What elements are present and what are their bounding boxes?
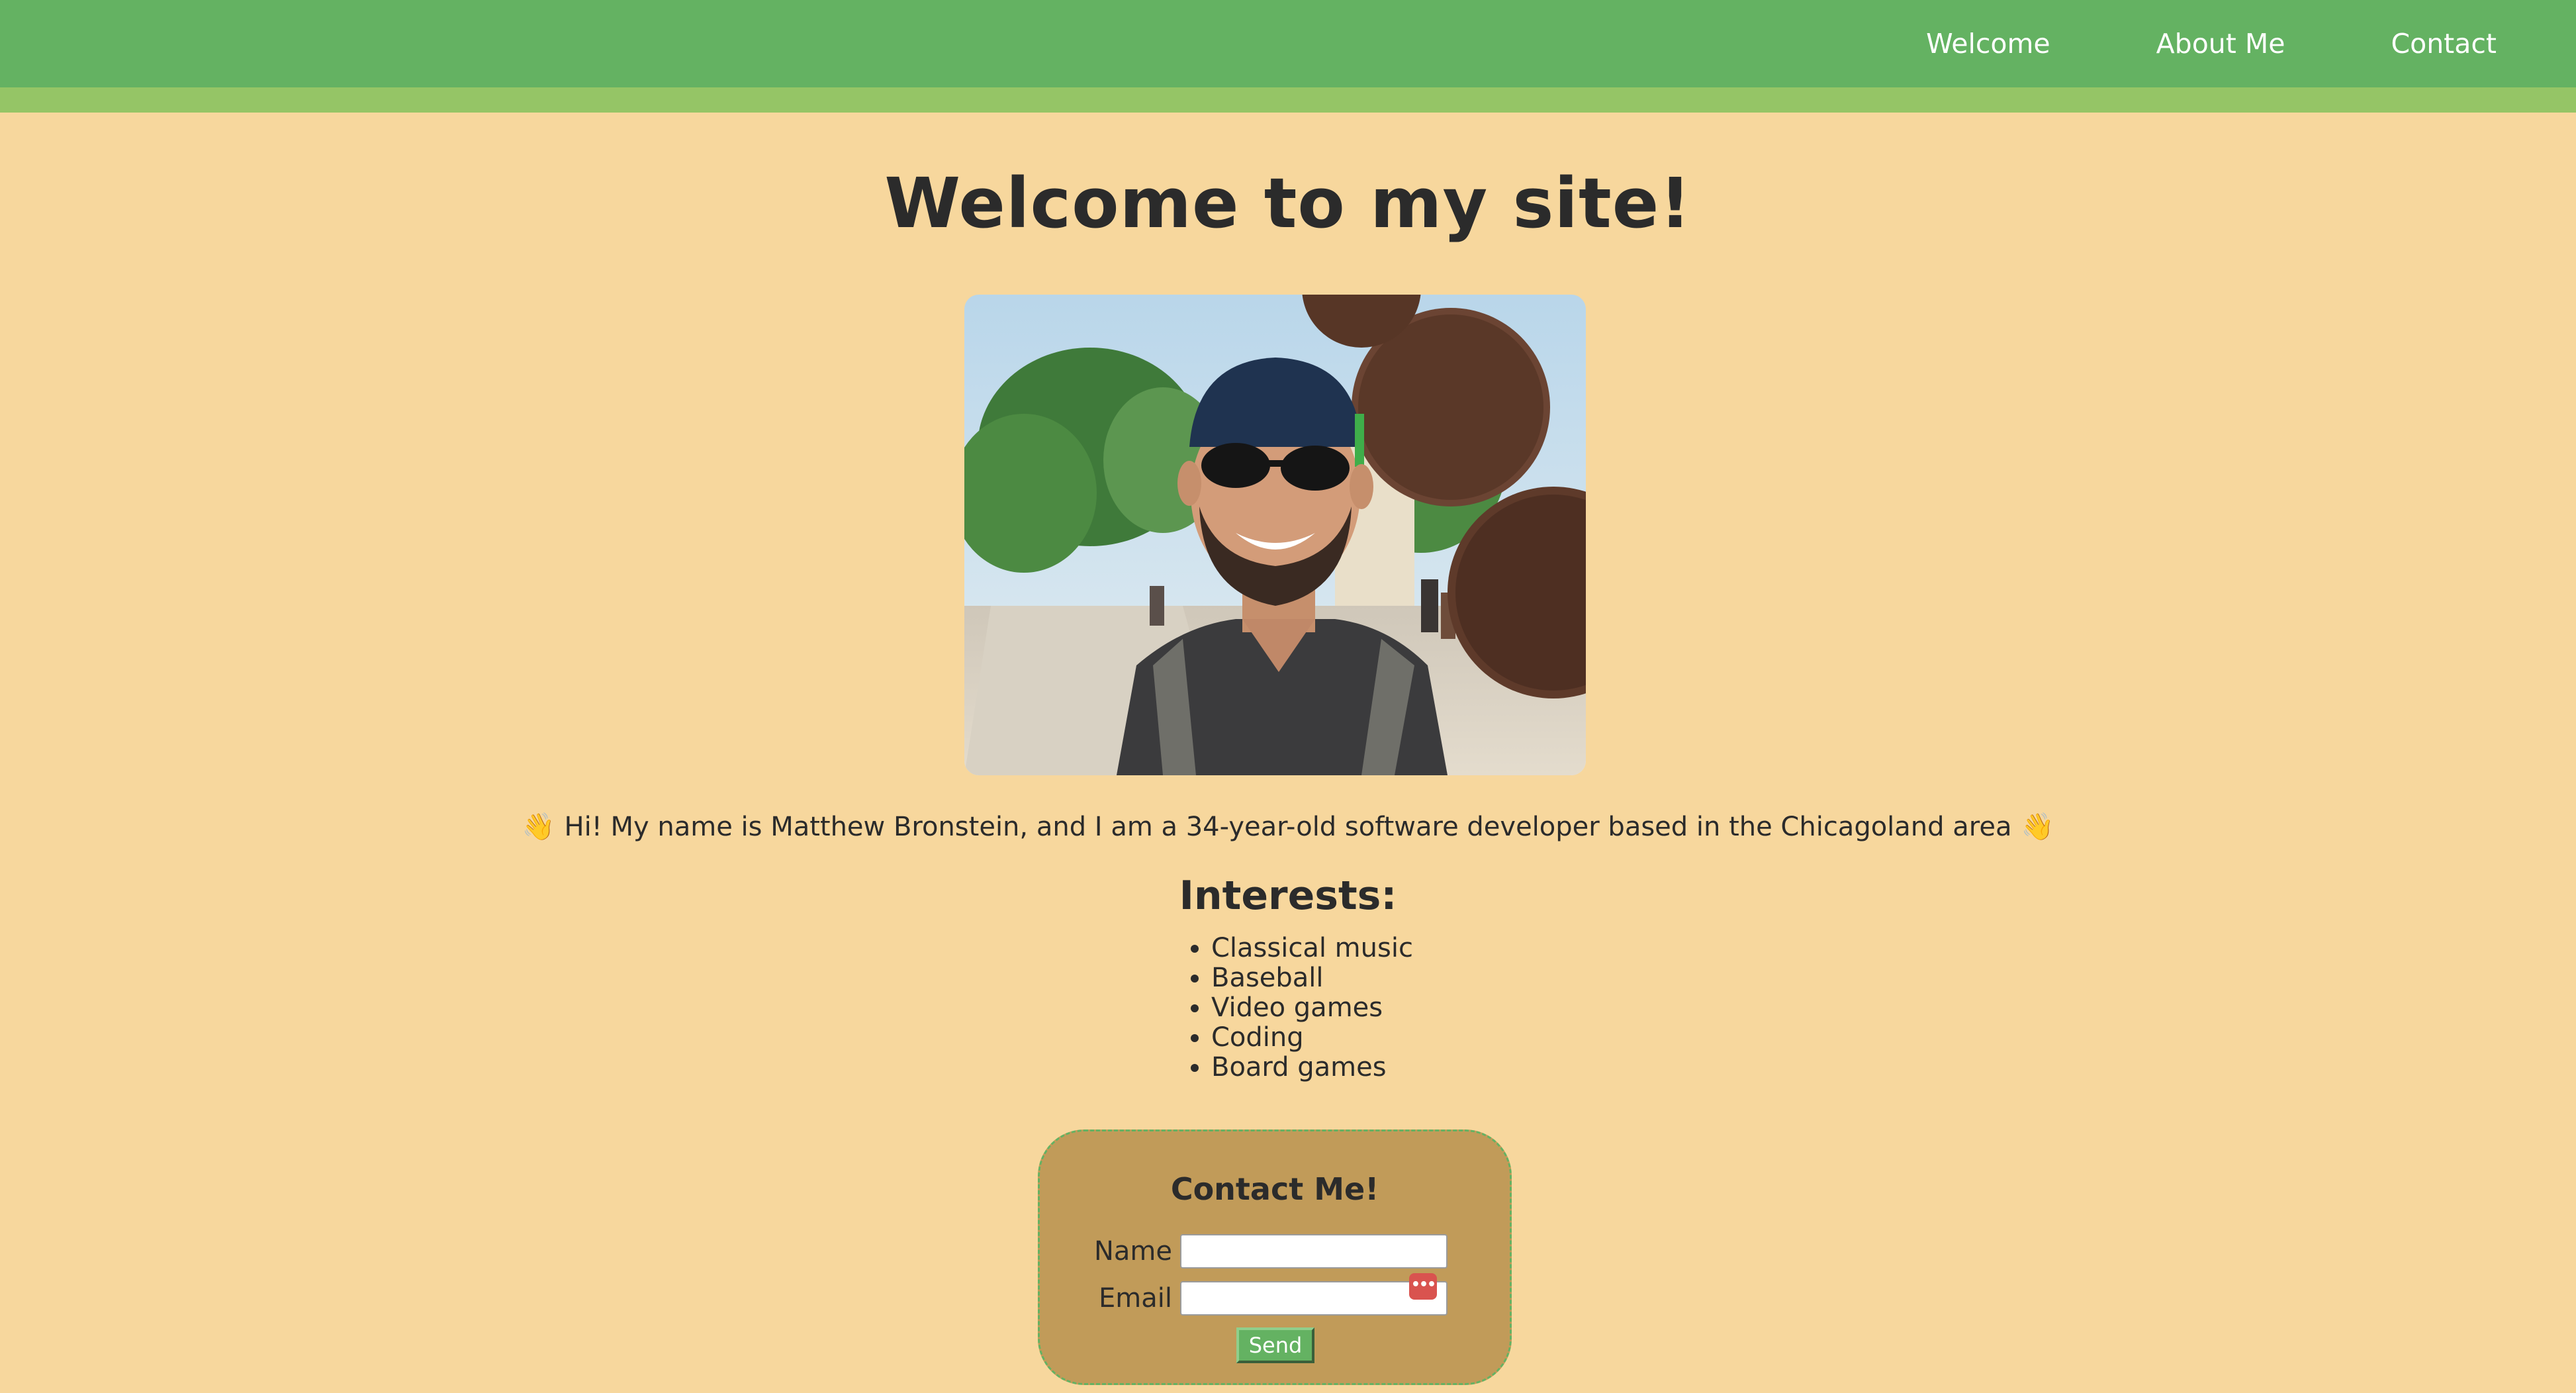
list-item: Video games bbox=[1211, 993, 1413, 1023]
email-field[interactable] bbox=[1180, 1281, 1448, 1316]
interests-list: Classical music Baseball Video games Cod… bbox=[1179, 934, 1413, 1082]
list-item: Classical music bbox=[1211, 934, 1413, 963]
intro-text: 👋 Hi! My name is Matthew Bronstein, and I… bbox=[0, 806, 2576, 847]
send-button[interactable]: Send bbox=[1236, 1327, 1314, 1363]
list-item: Board games bbox=[1211, 1053, 1413, 1082]
waving-hand-icon: 👋 bbox=[2021, 812, 2054, 842]
name-label: Name bbox=[1093, 1236, 1172, 1267]
password-manager-icon[interactable]: ••• bbox=[1409, 1273, 1437, 1300]
nav-link-about-me[interactable]: About Me bbox=[2103, 28, 2338, 60]
nav-accent-strip bbox=[0, 87, 2576, 113]
list-item: Coding bbox=[1211, 1023, 1413, 1053]
nav-link-contact[interactable]: Contact bbox=[2338, 28, 2530, 60]
interests-heading: Interests: bbox=[1179, 873, 1397, 919]
nav-link-welcome[interactable]: Welcome bbox=[1873, 28, 2103, 60]
email-row: Email ••• bbox=[1040, 1273, 1510, 1316]
contact-form: Contact Me! Name Email ••• Send bbox=[1038, 1129, 1512, 1385]
intro-sentence: Hi! My name is Matthew Bronstein, and I … bbox=[564, 812, 2012, 842]
email-label: Email bbox=[1099, 1283, 1172, 1314]
page-title: Welcome to my site! bbox=[884, 163, 1692, 244]
profile-photo bbox=[964, 295, 1586, 775]
contact-title: Contact Me! bbox=[1170, 1171, 1379, 1207]
waving-hand-icon: 👋 bbox=[522, 812, 555, 842]
list-item: Baseball bbox=[1211, 963, 1413, 993]
nav-links: Welcome About Me Contact bbox=[1873, 0, 2530, 87]
top-navbar: Welcome About Me Contact bbox=[0, 0, 2576, 87]
name-row: Name bbox=[1040, 1234, 1510, 1269]
name-field[interactable] bbox=[1180, 1234, 1448, 1269]
